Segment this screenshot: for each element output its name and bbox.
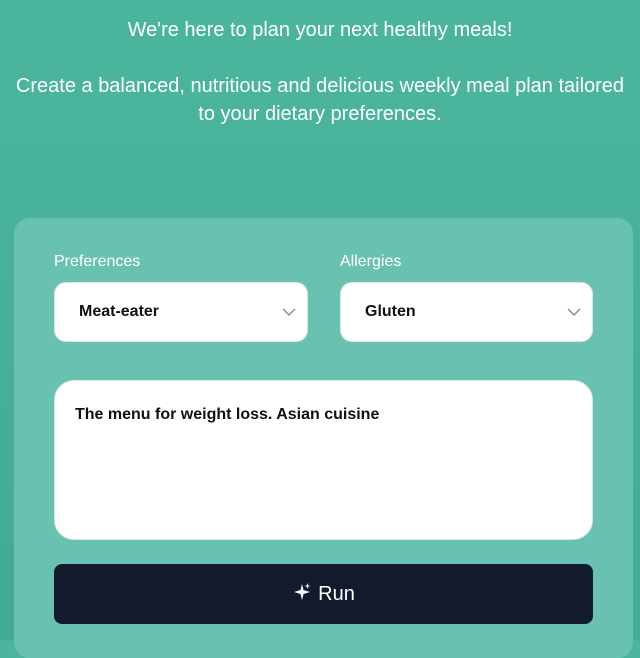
meal-request-text: The menu for weight loss. Asian cuisine [75, 406, 380, 423]
allergies-label: Allergies [340, 253, 402, 270]
meal-plan-form: Preferences Meat-eater Allergies Gluten … [14, 218, 633, 658]
allergies-selected-value: Gluten [365, 303, 416, 320]
meal-request-textarea[interactable]: The menu for weight loss. Asian cuisine [54, 380, 593, 540]
chevron-down-icon [566, 305, 582, 319]
preferences-selected-value: Meat-eater [79, 303, 160, 320]
chevron-down-icon [281, 305, 297, 319]
preferences-select[interactable]: Meat-eater [54, 282, 308, 342]
sparkle-icon [292, 582, 312, 607]
allergies-select[interactable]: Gluten [340, 282, 593, 342]
run-button[interactable]: Run [54, 564, 593, 624]
page-title: We're here to plan your next healthy mea… [127, 19, 513, 41]
page-subtitle: Create a balanced, nutritious and delici… [15, 75, 625, 125]
run-button-label: Run [318, 583, 355, 605]
preferences-label: Preferences [54, 253, 141, 270]
